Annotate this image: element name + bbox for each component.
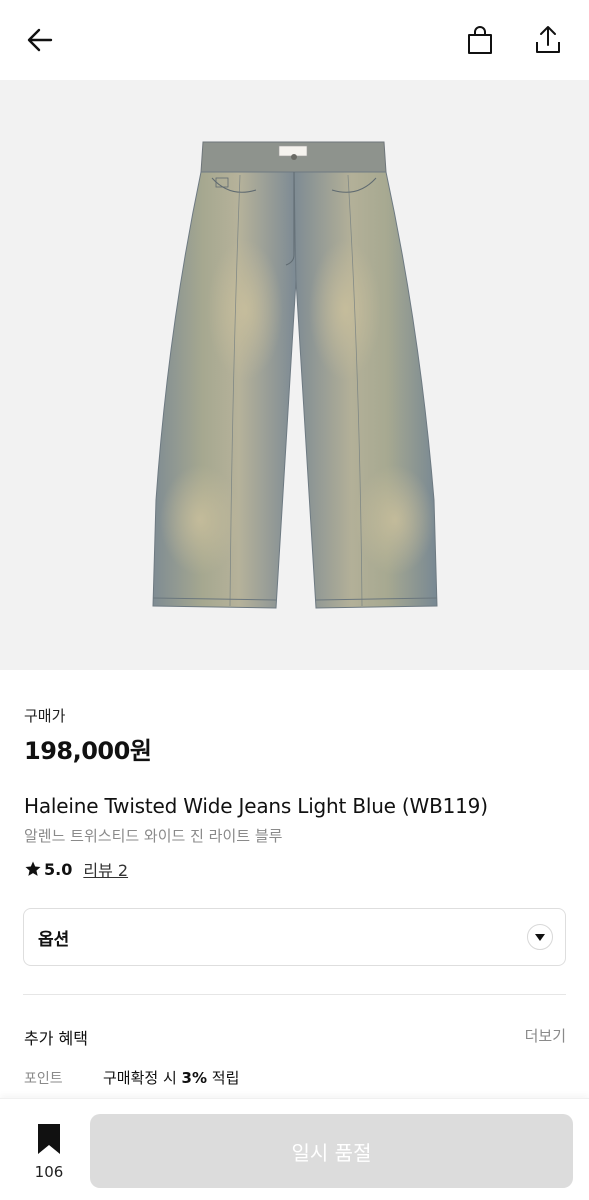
bookmark-count: 106 (34, 1163, 64, 1181)
back-button[interactable] (20, 20, 60, 60)
shopping-bag-button[interactable] (460, 20, 500, 60)
bookmark-button[interactable]: 106 (26, 1123, 72, 1181)
point-suffix: 적립 (207, 1069, 240, 1087)
product-price: 198,000원 (24, 737, 152, 765)
shopping-bag-icon (468, 26, 492, 54)
benefit-more-link[interactable]: 더보기 (525, 1025, 566, 1046)
benefit-title: 추가 혜택 (24, 1029, 88, 1048)
point-text: 구매확정 시 3% 적립 (103, 1067, 239, 1088)
option-select[interactable]: 옵션 (23, 908, 566, 966)
product-name-en: Haleine Twisted Wide Jeans Light Blue (W… (24, 794, 488, 818)
jeans-product-image (152, 141, 438, 609)
point-label: 포인트 (24, 1071, 63, 1087)
product-image-area[interactable] (0, 80, 589, 670)
arrow-left-icon (27, 28, 53, 52)
point-prefix: 구매확정 시 (103, 1069, 182, 1087)
share-upload-icon (536, 26, 560, 53)
chevron-down-icon (527, 924, 553, 950)
soldout-button[interactable]: 일시 품절 (90, 1114, 573, 1188)
bookmark-icon (38, 1124, 60, 1154)
rating-row: 5.0 리뷰 2 (24, 857, 128, 881)
price-label: 구매가 (24, 707, 66, 725)
star-icon (25, 861, 41, 876)
top-bar (0, 0, 589, 80)
option-label: 옵션 (38, 929, 70, 950)
product-name-ko: 알렌느 트위스티드 와이드 진 라이트 블루 (24, 827, 283, 845)
bottom-action-bar: 106 일시 품절 (0, 1098, 589, 1200)
rating-score: 5.0 (44, 859, 73, 879)
share-button[interactable] (528, 20, 568, 60)
point-rate: 3% (181, 1069, 208, 1087)
section-divider (23, 994, 566, 995)
review-link[interactable]: 리뷰 2 (83, 857, 128, 881)
